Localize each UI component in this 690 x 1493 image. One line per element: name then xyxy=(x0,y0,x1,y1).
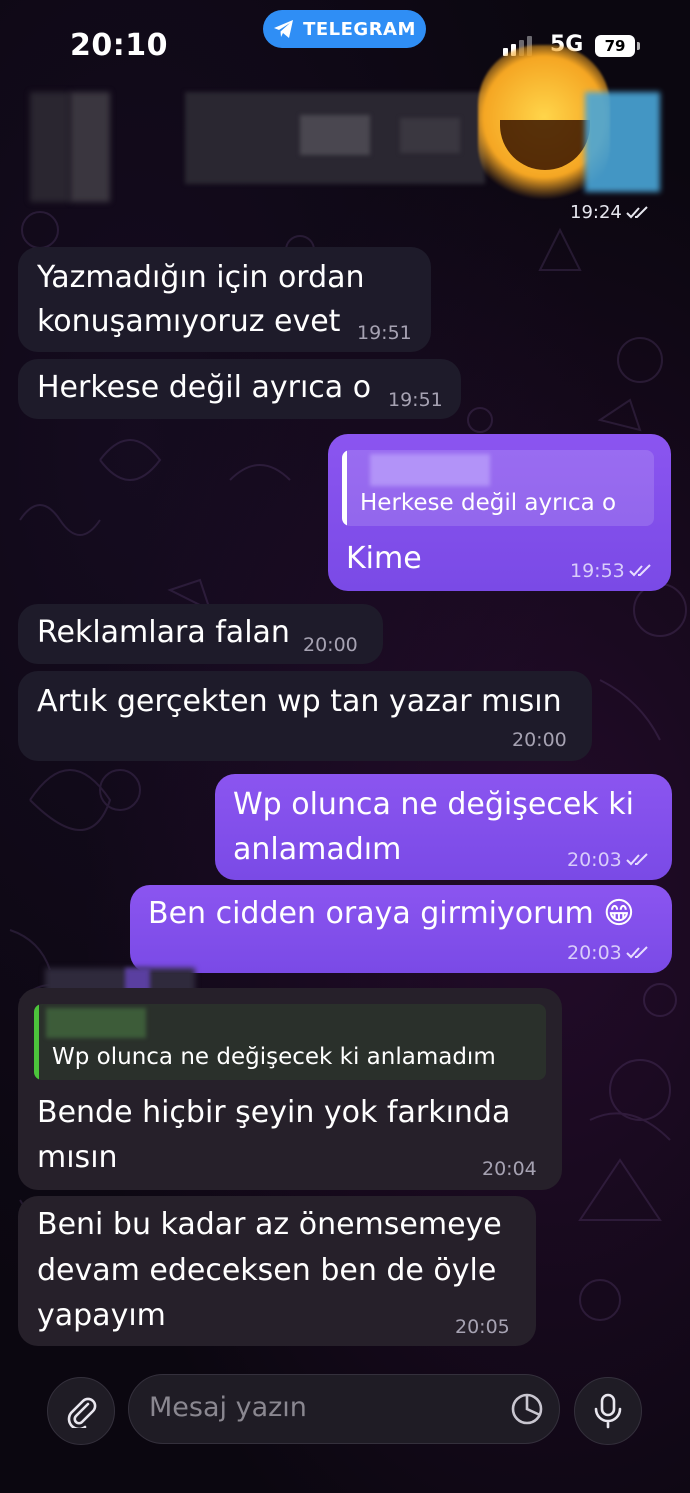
message-timestamp: 20:00 xyxy=(512,729,567,751)
message-bubble-incoming[interactable]: Artık gerçekten wp tan yazar mısın 20:00 xyxy=(18,671,592,761)
message-timestamp: 20:04 xyxy=(482,1158,537,1180)
microphone-icon xyxy=(594,1393,622,1429)
top-message-time: 19:24 xyxy=(570,202,650,223)
telegram-icon xyxy=(274,20,294,38)
double-check-icon xyxy=(629,564,651,577)
message-bubble-incoming[interactable]: Yazmadığın için ordan konuşamıyoruz evet… xyxy=(18,247,431,352)
reply-quote-text: Herkese değil ayrıca o xyxy=(360,490,617,516)
message-text-line: devam edeceksen ben de öyle xyxy=(37,1253,497,1288)
message-text-line: konuşamıyoruz evet xyxy=(37,304,341,339)
reply-quote-bar xyxy=(342,450,347,526)
message-timestamp: 20:03 xyxy=(567,849,622,871)
message-timestamp: 19:51 xyxy=(388,389,443,411)
battery-icon: 79 xyxy=(595,35,635,57)
sticker-icon[interactable] xyxy=(509,1391,545,1427)
message-bubble-incoming[interactable]: Reklamlara falan 20:00 xyxy=(18,604,383,664)
message-text-line: Ben cidden oraya girmiyorum 😁 xyxy=(148,896,635,931)
attach-button[interactable] xyxy=(47,1377,115,1445)
message-bubble-outgoing[interactable]: Ben cidden oraya girmiyorum 😁 20:03 xyxy=(130,885,672,973)
message-text-line: Kime xyxy=(346,541,422,576)
message-time: 20:00 xyxy=(303,634,358,656)
message-timestamp: 20:03 xyxy=(567,942,622,964)
message-bubble-outgoing[interactable]: Herkese değil ayrıca o Kime 19:53 xyxy=(328,434,671,591)
paperclip-icon xyxy=(67,1397,97,1428)
message-time: 20:03 xyxy=(567,849,650,871)
telegram-app-badge[interactable]: TELEGRAM xyxy=(263,10,426,48)
message-bubble-incoming[interactable]: Beni bu kadar az önemsemeye devam edecek… xyxy=(18,1196,536,1346)
top-message-timestamp: 19:24 xyxy=(570,202,622,223)
reply-quote[interactable]: Herkese değil ayrıca o xyxy=(342,450,654,526)
reply-quote-bar xyxy=(34,1004,39,1080)
message-input[interactable]: Mesaj yazın xyxy=(128,1374,560,1444)
message-text-line: Reklamlara falan xyxy=(37,615,290,650)
message-bubble-incoming[interactable]: Wp olunca ne değişecek ki anlamadım Bend… xyxy=(18,988,562,1190)
message-time: 20:04 xyxy=(482,1158,537,1180)
battery-tip xyxy=(637,42,640,50)
double-check-icon xyxy=(626,853,648,866)
message-time: 20:00 xyxy=(512,729,567,751)
message-text-line: Artık gerçekten wp tan yazar mısın xyxy=(37,684,562,719)
microphone-button[interactable] xyxy=(574,1377,642,1445)
telegram-badge-label: TELEGRAM xyxy=(303,18,416,40)
reply-quote[interactable]: Wp olunca ne değişecek ki anlamadım xyxy=(34,1004,546,1080)
message-timestamp: 19:53 xyxy=(570,560,625,582)
message-time: 19:51 xyxy=(388,389,443,411)
battery-level: 79 xyxy=(604,37,626,55)
message-text-line: Herkese değil ayrıca o xyxy=(37,370,372,405)
message-time: 19:53 xyxy=(570,560,653,582)
message-text-line: mısın xyxy=(37,1140,118,1175)
reply-quote-text: Wp olunca ne değişecek ki anlamadım xyxy=(52,1044,496,1070)
message-time: 19:51 xyxy=(357,322,412,344)
message-timestamp: 20:00 xyxy=(303,634,358,656)
message-timestamp: 19:51 xyxy=(357,322,412,344)
message-timestamp: 20:05 xyxy=(455,1316,510,1338)
message-text-line: anlamadım xyxy=(233,832,402,867)
message-text-line: Yazmadığın için ordan xyxy=(37,260,365,295)
message-input-placeholder: Mesaj yazın xyxy=(149,1392,307,1423)
message-text-line: Wp olunca ne değişecek ki xyxy=(233,787,634,822)
status-time: 20:10 xyxy=(70,28,168,63)
message-text-line: Bende hiçbir şeyin yok farkında xyxy=(37,1095,511,1130)
message-text-line: yapayım xyxy=(37,1298,166,1333)
double-check-icon xyxy=(626,205,648,218)
message-time: 20:03 xyxy=(567,942,650,964)
message-bubble-outgoing[interactable]: Wp olunca ne değişecek ki anlamadım 20:0… xyxy=(215,774,672,880)
message-time: 20:05 xyxy=(455,1316,510,1338)
double-check-icon xyxy=(626,946,648,959)
message-text-line: Beni bu kadar az önemsemeye xyxy=(37,1207,502,1242)
message-bubble-incoming[interactable]: Herkese değil ayrıca o 19:51 xyxy=(18,359,461,419)
